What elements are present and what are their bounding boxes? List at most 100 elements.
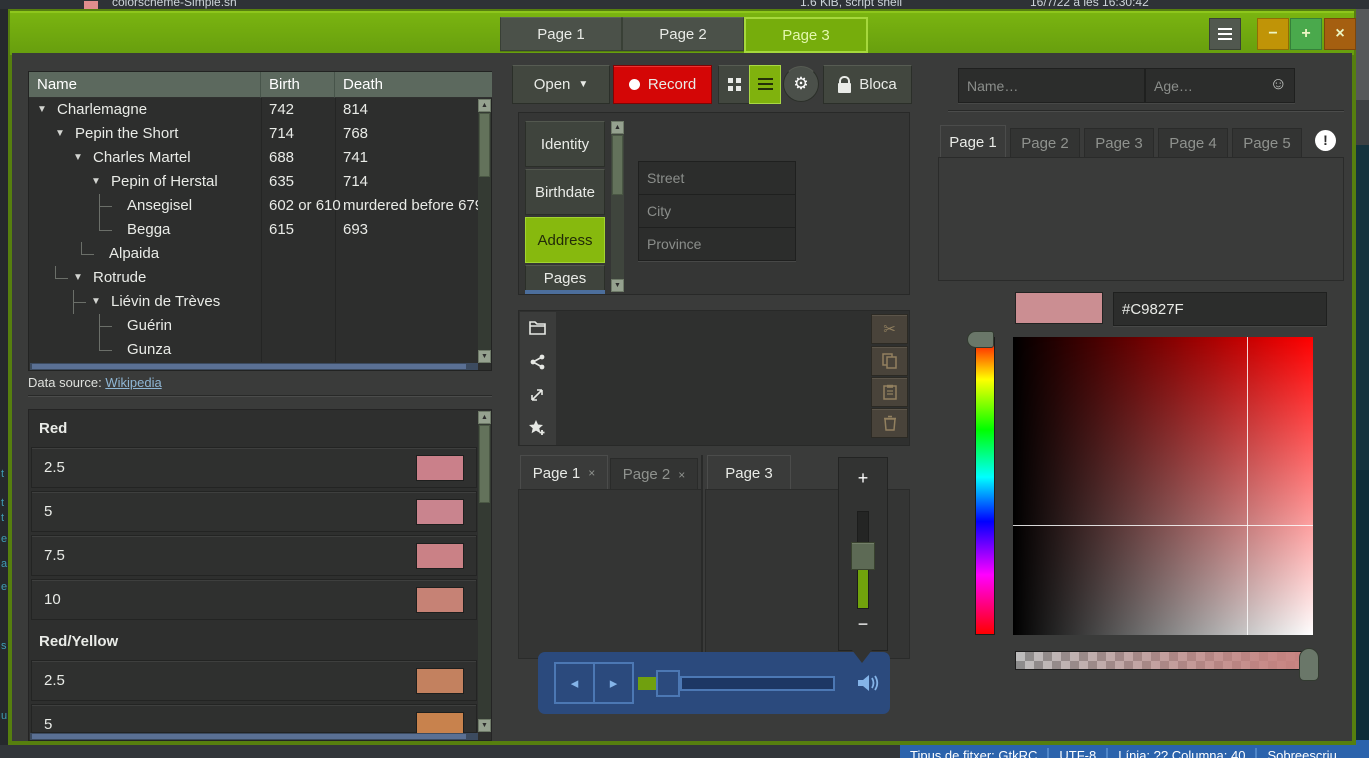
titlebar-tab-page2[interactable]: Page 2 [622,17,744,51]
list-item[interactable]: 5 [31,704,477,733]
tree-row[interactable]: ▼ Pepin of Herstal 635 714 [29,170,479,194]
record-button[interactable]: Record [613,65,712,104]
hex-color-field[interactable] [1114,293,1326,325]
delete-button[interactable] [871,408,908,438]
city-field[interactable] [639,195,795,227]
horizontal-scrollbar[interactable] [30,363,478,370]
alpha-slider[interactable] [1015,651,1312,670]
list-item[interactable]: 5 [31,491,477,532]
list-item[interactable]: 2.5 [31,447,477,488]
zoom-in-button[interactable]: + [839,468,887,489]
sidebar-horizontal-scrollbar[interactable] [525,290,605,294]
hue-slider-handle[interactable] [967,331,994,348]
close-button[interactable]: × [1324,18,1356,50]
expander-icon[interactable]: ▼ [55,122,65,146]
scrollbar-thumb[interactable] [612,135,623,195]
scroll-up-button[interactable]: ▲ [478,99,491,112]
expander-icon[interactable]: ▼ [91,290,101,314]
scroll-down-button[interactable]: ▼ [611,279,624,292]
expander-icon[interactable]: ▼ [73,146,83,170]
seek-trough[interactable] [680,676,835,691]
titlebar-tab-page3[interactable]: Page 3 [744,17,868,53]
tab-page1[interactable]: Page 1 [940,125,1006,158]
tree-row[interactable]: Gunza [29,338,479,362]
expander-icon[interactable]: ▼ [73,266,83,290]
list-item[interactable]: 10 [31,579,477,620]
tab-close-icon[interactable]: × [588,466,595,480]
expander-icon[interactable]: ▼ [37,98,47,122]
scrollbar-thumb[interactable] [32,734,466,739]
province-field[interactable] [639,228,795,260]
previous-button[interactable]: ◂ [556,664,595,702]
tab-page1-left[interactable]: Page 1 × [520,455,608,490]
expander-icon[interactable]: ▼ [91,170,101,194]
star-new-icon[interactable] [528,419,547,437]
tree-row[interactable]: ▼ Charles Martel 688 741 [29,146,479,170]
tree-row[interactable]: ▼ Charlemagne 742 814 [29,98,479,122]
tree-row[interactable]: ▼ Rotrude [29,266,479,290]
wikipedia-link[interactable]: Wikipedia [105,375,161,390]
paste-button[interactable] [871,377,908,407]
zoom-slider-handle[interactable] [851,542,875,570]
sidebar-item-identity[interactable]: Identity [525,121,605,167]
tree-row[interactable]: Alpaida [29,242,479,266]
column-header-birth[interactable]: Birth [261,72,335,98]
color-scale-list[interactable]: Red 2.5 5 7.5 10 Red/Yellow [28,409,492,741]
tab-page3[interactable]: Page 3 [1084,128,1154,158]
hue-slider[interactable] [975,337,995,635]
tab-close-icon[interactable]: × [678,468,685,482]
tab-page3-right[interactable]: Page 3 [707,455,791,490]
tree-row[interactable]: Guérin [29,314,479,338]
tab-page2[interactable]: Page 2 [1010,128,1080,158]
street-field[interactable] [639,162,795,194]
folder-icon[interactable] [529,320,546,335]
lock-button[interactable]: Bloca [823,65,912,104]
fullscreen-icon[interactable] [529,387,545,403]
tree-row[interactable]: ▼ Pepin the Short 714 768 [29,122,479,146]
list-item[interactable]: 2.5 [31,660,477,701]
sidebar-item-birthdate[interactable]: Birthdate [525,169,605,215]
next-button[interactable]: ▸ [595,664,632,702]
family-tree-table[interactable]: Name Birth Death ▼ Charlemagne 742 814 ▼… [28,71,492,371]
column-header-name[interactable]: Name [29,72,261,98]
tab-page4[interactable]: Page 4 [1158,128,1228,158]
scroll-down-button[interactable]: ▼ [478,350,491,363]
emoji-icon[interactable]: ☺ [1270,74,1287,94]
volume-icon[interactable] [854,669,882,697]
zoom-out-button[interactable]: − [839,614,887,635]
scroll-down-button[interactable]: ▼ [478,719,491,732]
menu-button[interactable] [1209,18,1241,50]
horizontal-scrollbar[interactable] [30,733,478,740]
scroll-up-button[interactable]: ▲ [478,411,491,424]
scrollbar-thumb[interactable] [479,425,490,503]
maximize-button[interactable]: + [1290,18,1322,50]
scroll-up-button[interactable]: ▲ [611,121,624,134]
settings-button[interactable]: ⚙ [783,66,819,102]
tree-row[interactable]: Ansegisel 602 or 610 murdered before 679 [29,194,479,218]
copy-button[interactable] [871,346,908,376]
titlebar-tab-page1[interactable]: Page 1 [500,17,622,51]
current-color-swatch[interactable] [1015,292,1103,324]
warning-icon[interactable]: ! [1315,130,1336,151]
sidebar-item-address[interactable]: Address [525,217,605,263]
list-view-toggle[interactable] [749,65,781,104]
tree-row[interactable]: ▼ Liévin de Trèves [29,290,479,314]
sidebar-item-pages[interactable]: Pages [525,265,605,291]
scrollbar-thumb[interactable] [32,364,466,369]
open-button[interactable]: Open ▼ [512,65,610,104]
share-icon[interactable] [529,354,546,370]
titlebar[interactable]: Page 1 Page 2 Page 3 − + × [10,11,1354,55]
seek-handle[interactable] [656,670,680,697]
cut-button[interactable]: ✂ [871,314,908,344]
name-field[interactable] [959,69,1144,102]
alpha-slider-handle[interactable] [1299,648,1319,681]
tab-page2-left[interactable]: Page 2 × [610,458,698,490]
tab-page5[interactable]: Page 5 [1232,128,1302,158]
saturation-value-area[interactable] [1013,337,1313,635]
minimize-button[interactable]: − [1257,18,1289,50]
scrollbar-thumb[interactable] [479,113,490,177]
list-item[interactable]: 7.5 [31,535,477,576]
column-header-death[interactable]: Death [335,72,492,98]
grid-view-toggle[interactable] [718,65,750,104]
tree-row[interactable]: Begga 615 693 [29,218,479,242]
